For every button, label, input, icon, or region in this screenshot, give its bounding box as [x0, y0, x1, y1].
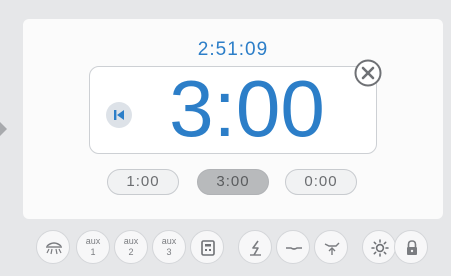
aux-3-number: 3 [166, 247, 172, 257]
aux-3-button[interactable]: aux 3 [152, 230, 186, 264]
preset-buttons: 1:00 3:00 0:00 [107, 169, 367, 195]
timer-panel: 2:51:09 3:00 1:00 3:00 0:00 [23, 19, 443, 219]
side-panel-arrow[interactable] [0, 122, 7, 136]
close-button[interactable] [353, 58, 383, 88]
chair-raise-button[interactable] [314, 230, 348, 264]
power-button[interactable] [238, 230, 272, 264]
aux-2-label: aux [123, 236, 139, 246]
aux-1-label: aux [85, 236, 101, 246]
preset-3-00-button[interactable]: 3:00 [197, 169, 269, 195]
lock-icon [407, 240, 417, 255]
chair-raise-icon [324, 242, 340, 255]
calculator-icon [201, 240, 215, 256]
bottom-toolbar: aux 1 aux 2 aux 3 [36, 228, 428, 268]
preset-0-00-button[interactable]: 0:00 [285, 169, 357, 195]
calculator-button[interactable] [190, 230, 224, 264]
aux-1-number: 1 [90, 247, 96, 257]
recline-icon [286, 247, 302, 250]
aux-1-button[interactable]: aux 1 [76, 230, 110, 264]
reset-timer-button[interactable] [106, 102, 132, 128]
preset-1-00-button[interactable]: 1:00 [107, 169, 179, 195]
timer-value: 3:00 [169, 64, 325, 153]
lamp-icon [46, 242, 62, 255]
aux-2-number: 2 [128, 247, 134, 257]
skip-back-icon [114, 110, 124, 120]
close-icon [354, 59, 382, 87]
aux-2-button[interactable]: aux 2 [114, 230, 148, 264]
brightness-icon [371, 239, 389, 257]
timer-display: 3:00 [89, 64, 377, 154]
power-icon [250, 240, 261, 256]
lock-button[interactable] [394, 230, 428, 264]
aux-3-label: aux [161, 236, 177, 246]
brightness-button[interactable] [362, 230, 396, 264]
lamp-button[interactable] [36, 230, 70, 264]
recline-button[interactable] [276, 230, 310, 264]
